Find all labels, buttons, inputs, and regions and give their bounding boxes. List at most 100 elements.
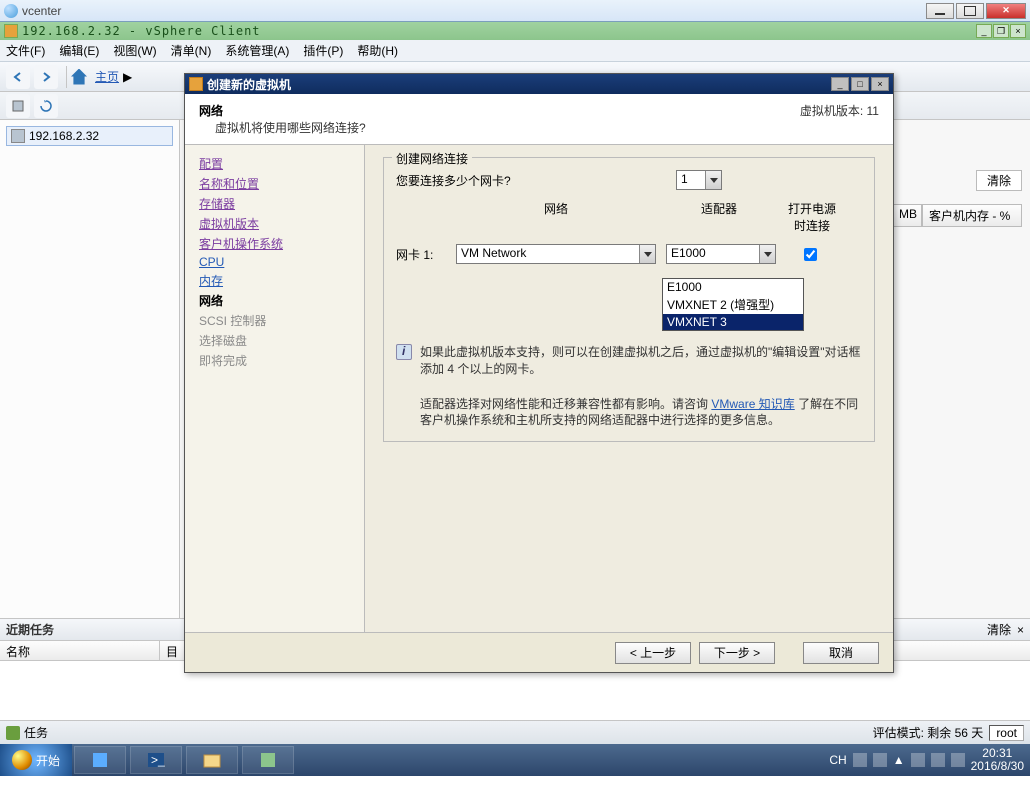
tray-icon-1[interactable]: [853, 753, 867, 767]
kb-link[interactable]: VMware 知识库: [711, 397, 794, 411]
new-vm-dialog: 创建新的虚拟机 _ □ × 网络 虚拟机将使用哪些网络连接? 虚拟机版本: 11…: [184, 73, 894, 673]
tasks-icon: [6, 726, 20, 740]
minimize-button[interactable]: [926, 3, 954, 19]
tray-icon-flag[interactable]: [911, 753, 925, 767]
menu-admin[interactable]: 系统管理(A): [225, 42, 289, 59]
outer-title-text: vcenter: [22, 4, 926, 18]
adapter-option-1[interactable]: VMXNET 2 (增强型): [663, 295, 803, 314]
nav-storage[interactable]: 存储器: [199, 195, 350, 212]
nav-scsi: SCSI 控制器: [199, 312, 350, 329]
inventory-tree: 192.168.2.32: [0, 120, 180, 618]
arrow-left-icon: [12, 71, 24, 83]
menu-edit[interactable]: 编辑(E): [59, 42, 99, 59]
menu-inventory[interactable]: 清单(N): [171, 42, 212, 59]
nic-count-label: 您要连接多少个网卡?: [396, 172, 676, 189]
tray-icon-2[interactable]: [873, 753, 887, 767]
cancel-button[interactable]: 取消: [803, 642, 879, 664]
outer-window: vcenter 192.168.2.32 - vSphere Client _ …: [0, 0, 1030, 796]
close-button[interactable]: [986, 3, 1026, 19]
dialog-close-button[interactable]: ×: [871, 77, 889, 91]
recent-col-name[interactable]: 名称: [0, 641, 160, 660]
nic1-network-select[interactable]: VM Network: [456, 244, 656, 264]
status-tasks[interactable]: 任务: [24, 724, 48, 741]
nav-config[interactable]: 配置: [199, 155, 350, 172]
nav-guestos[interactable]: 客户机操作系统: [199, 235, 350, 252]
nav-cpu[interactable]: CPU: [199, 255, 350, 269]
adapter-dropdown-list: E1000 VMXNET 2 (增强型) VMXNET 3: [662, 278, 804, 331]
inner-close-button[interactable]: ×: [1010, 24, 1026, 38]
windows-orb-icon: [12, 750, 32, 770]
dialog-content: 创建网络连接 您要连接多少个网卡? 1 网络 适配器 打开电源 时连接: [365, 145, 893, 632]
dialog-body: 配置 名称和位置 存储器 虚拟机版本 客户机操作系统 CPU 内存 网络 SCS…: [185, 145, 893, 632]
taskbar-item-3[interactable]: [186, 746, 238, 774]
tray-date: 2016/8/30: [971, 760, 1024, 773]
info-icon: [396, 344, 412, 360]
home-icon[interactable]: [71, 69, 87, 85]
nic1-adapter-value: E1000: [667, 245, 759, 263]
start-button[interactable]: 开始: [0, 744, 72, 776]
breadcrumb-separator: ▶: [123, 70, 132, 84]
col-guest-mem[interactable]: 客户机内存 - %: [922, 204, 1022, 227]
dialog-head-title: 网络: [199, 102, 800, 119]
tree-host-label: 192.168.2.32: [29, 129, 99, 143]
inner-restore-button[interactable]: ❐: [993, 24, 1009, 38]
taskbar-item-1[interactable]: [74, 746, 126, 774]
explorer-icon: [202, 750, 222, 770]
next-button[interactable]: 下一步 >: [699, 642, 775, 664]
tree-host-item[interactable]: 192.168.2.32: [6, 126, 173, 146]
recent-clear[interactable]: 清除: [987, 621, 1011, 638]
server-manager-icon: [90, 750, 110, 770]
tray-icon-network[interactable]: [931, 753, 945, 767]
taskbar-item-4[interactable]: [242, 746, 294, 774]
tray-up-icon[interactable]: ▲: [893, 753, 905, 767]
nav-name[interactable]: 名称和位置: [199, 175, 350, 192]
breadcrumb-home[interactable]: 主页: [95, 68, 119, 85]
refresh-button[interactable]: [34, 94, 58, 118]
powershell-icon: >_: [146, 750, 166, 770]
nav-memory[interactable]: 内存: [199, 272, 350, 289]
menu-view[interactable]: 视图(W): [113, 42, 156, 59]
recent-clear-x[interactable]: ×: [1017, 623, 1024, 637]
dialog-titlebar: 创建新的虚拟机 _ □ ×: [185, 74, 893, 94]
tray-lang[interactable]: CH: [829, 753, 846, 767]
col-network-header: 网络: [456, 200, 656, 234]
clear-button[interactable]: 清除: [976, 170, 1022, 191]
server-icon: [11, 99, 25, 113]
col-poweron-header: 打开电源 时连接: [782, 200, 842, 234]
menubar: 文件(F) 编辑(E) 视图(W) 清单(N) 系统管理(A) 插件(P) 帮助…: [0, 40, 1030, 62]
dialog-header: 网络 虚拟机将使用哪些网络连接? 虚拟机版本: 11: [185, 94, 893, 145]
nic1-network-value: VM Network: [457, 245, 639, 263]
adapter-option-0[interactable]: E1000: [663, 279, 803, 295]
maximize-button[interactable]: [956, 3, 984, 19]
nic1-poweron-checkbox[interactable]: [804, 248, 817, 261]
status-user: root: [989, 725, 1024, 741]
dialog-maximize-button[interactable]: □: [851, 77, 869, 91]
dialog-head-sub: 虚拟机将使用哪些网络连接?: [199, 119, 800, 136]
info-text-1: 如果此虚拟机版本支持，则可以在创建虚拟机之后，通过虚拟机的"编辑设置"对话框添加…: [420, 344, 862, 378]
menu-plugins[interactable]: 插件(P): [303, 42, 343, 59]
dialog-vm-version: 虚拟机版本: 11: [800, 102, 879, 136]
tray-clock[interactable]: 20:31 2016/8/30: [971, 747, 1024, 773]
back-button[interactable]: < 上一步: [615, 642, 691, 664]
taskbar: 开始 >_ CH ▲ 20:31 2016/8/30: [0, 744, 1030, 776]
col-mb[interactable]: MB: [892, 204, 922, 227]
chevron-down-icon: [639, 245, 655, 263]
inner-minimize-button[interactable]: _: [976, 24, 992, 38]
nav-forward-button[interactable]: [34, 65, 58, 89]
menu-file[interactable]: 文件(F): [6, 42, 45, 59]
taskbar-item-2[interactable]: >_: [130, 746, 182, 774]
col-adapter-header: 适配器: [664, 200, 774, 234]
dialog-minimize-button[interactable]: _: [831, 77, 849, 91]
tray-icon-sound[interactable]: [951, 753, 965, 767]
new-vm-button[interactable]: [6, 94, 30, 118]
menu-help[interactable]: 帮助(H): [357, 42, 398, 59]
nav-vmversion[interactable]: 虚拟机版本: [199, 215, 350, 232]
nic-count-select[interactable]: 1: [676, 170, 722, 190]
nav-back-button[interactable]: [6, 65, 30, 89]
adapter-option-2[interactable]: VMXNET 3: [663, 314, 803, 330]
nav-disk: 选择磁盘: [199, 332, 350, 349]
nic1-adapter-select[interactable]: E1000: [666, 244, 776, 264]
nav-network: 网络: [199, 292, 350, 309]
breadcrumb: 主页 ▶: [71, 68, 132, 85]
vsphere-title: 192.168.2.32 - vSphere Client: [22, 24, 976, 38]
